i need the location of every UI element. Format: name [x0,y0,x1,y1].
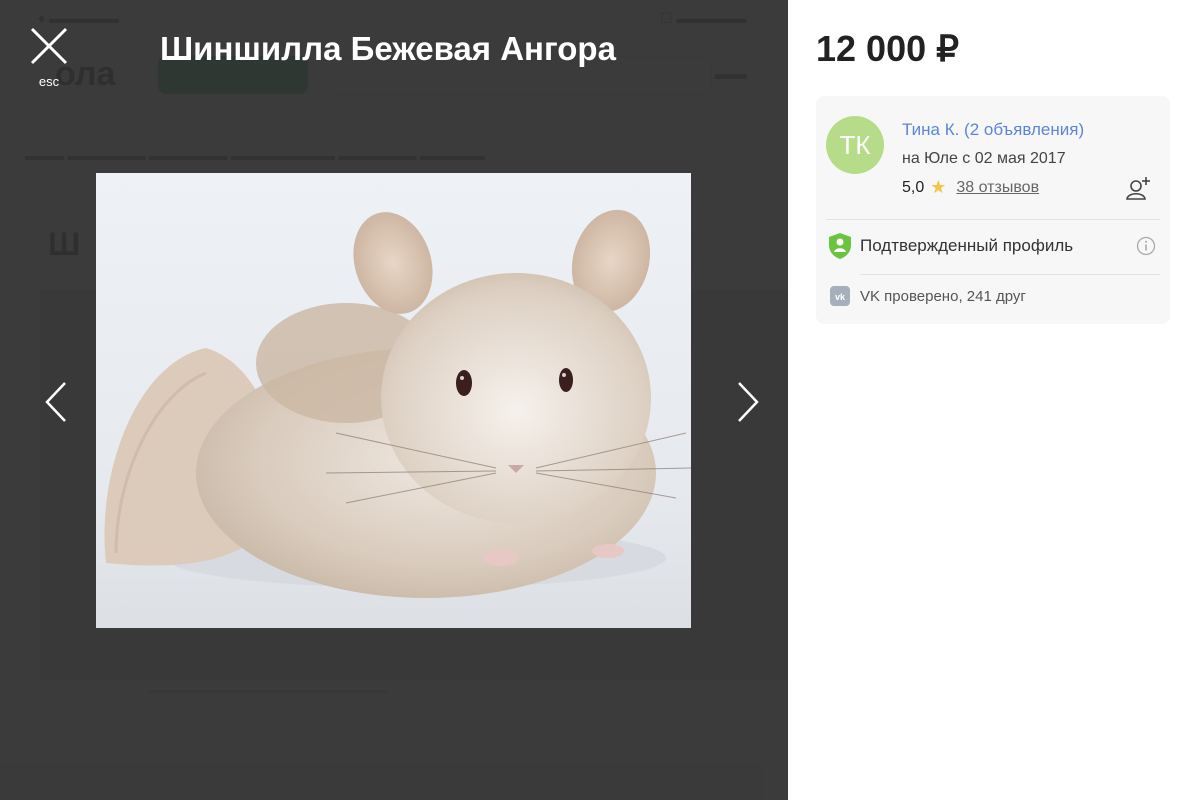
vk-label: VK проверено, 241 друг [860,287,1026,305]
avatar-initials: ТК [839,129,871,160]
verified-label: Подтвержденный профиль [860,236,1074,255]
shield-check-icon [829,233,851,259]
gallery-title: Шиншилла Бежевая Ангора [160,30,616,67]
card-divider [860,274,1160,275]
seller-card: ТК Тина К. (2 объявления) на Юле с 02 ма… [816,96,1170,324]
card-divider [826,219,1160,220]
seller-rating: 5,0 ★ 38 отзывов [902,177,1039,198]
close-button[interactable]: esc [24,26,74,96]
vk-verified: vk VK проверено, 241 друг [830,286,1026,306]
chinchilla-photo [96,173,691,628]
esc-label: esc [38,74,60,89]
reviews-link[interactable]: 38 отзывов [956,179,1039,197]
vk-icon: vk [830,286,850,306]
seller-name-link[interactable]: Тина К. (2 объявления) [902,120,1084,140]
subscribe-button[interactable] [1124,174,1152,202]
verified-info-button[interactable] [1136,236,1156,256]
add-user-icon [1126,177,1150,200]
close-icon [30,27,68,65]
verified-profile: Подтвержденный профиль [828,232,1073,260]
listing-photo [96,173,691,628]
chevron-right-icon [738,382,759,422]
previous-photo-button[interactable] [36,380,76,424]
next-photo-button[interactable] [728,380,768,424]
rating-value: 5,0 [902,178,925,196]
svg-text:vk: vk [835,292,846,302]
member-since: на Юле с 02 мая 2017 [902,150,1066,167]
info-icon [1136,236,1156,256]
listing-sidebar: 12 000 ₽ ТК Тина К. (2 объявления) на Юл… [788,0,1200,800]
chevron-left-icon [45,382,66,422]
listing-price: 12 000 ₽ [816,28,960,69]
star-icon: ★ [930,177,947,197]
seller-avatar[interactable]: ТК [826,116,884,174]
